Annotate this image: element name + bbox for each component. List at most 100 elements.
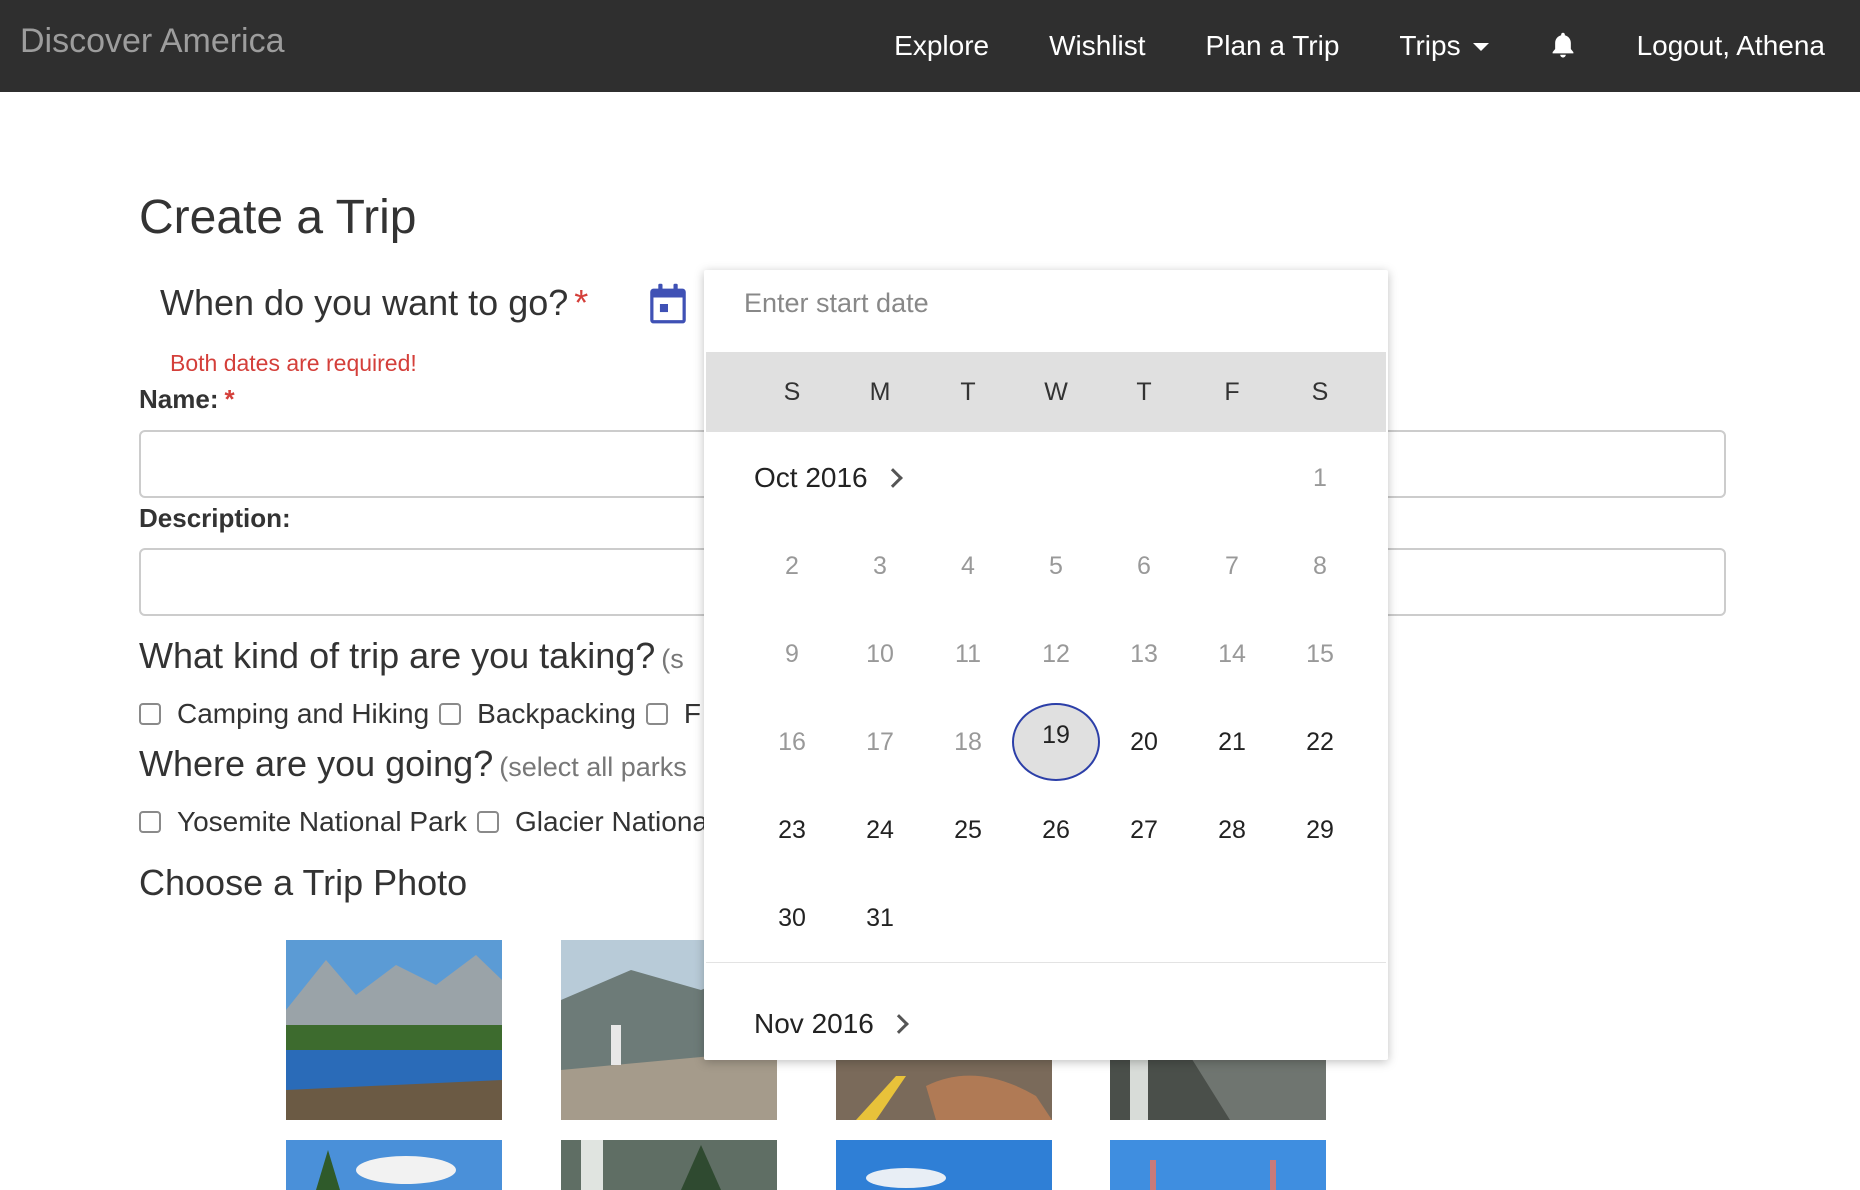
nav-explore[interactable]: Explore xyxy=(894,30,989,62)
trip-photo-option[interactable] xyxy=(836,1140,1052,1190)
nav-logout[interactable]: Logout, Athena xyxy=(1637,30,1825,62)
weekday-label: W xyxy=(1044,378,1068,406)
calendar-week-row: 2 3 4 5 6 7 8 xyxy=(706,536,1386,596)
photo-falls-forest-image xyxy=(561,1140,777,1190)
when-label: When do you want to go? * xyxy=(160,282,588,324)
chevron-right-icon xyxy=(888,1014,909,1034)
nav-trips-label: Trips xyxy=(1399,30,1461,61)
trip-kind-hint: (s xyxy=(661,644,684,674)
photo-celebration-image xyxy=(1110,1140,1326,1190)
calendar-day: 10 xyxy=(866,640,894,668)
month-heading[interactable]: Nov 2016 xyxy=(754,1008,909,1040)
calendar-day: 18 xyxy=(954,728,982,756)
today-marker: 19 xyxy=(1012,703,1100,781)
calendar-day[interactable]: 20 xyxy=(1100,712,1188,772)
checkbox[interactable] xyxy=(439,703,462,725)
calendar-day: 8 xyxy=(1313,552,1327,580)
checkbox[interactable] xyxy=(139,703,161,725)
park-option[interactable]: Yosemite National Park xyxy=(139,806,467,838)
nav-plan-a-trip[interactable]: Plan a Trip xyxy=(1206,30,1340,62)
notifications-button[interactable] xyxy=(1549,31,1577,61)
park-option[interactable]: Glacier Nationa xyxy=(477,806,708,838)
calendar-day: 16 xyxy=(778,728,806,756)
calendar-day[interactable]: 23 xyxy=(748,800,836,860)
calendar-day: 7 xyxy=(1225,552,1239,580)
trip-kind-heading-text: What kind of trip are you taking? xyxy=(139,635,656,676)
checkbox[interactable] xyxy=(477,811,500,833)
calendar-day: 9 xyxy=(785,640,799,668)
calendar-day: 11 xyxy=(955,640,981,668)
date-picker-popup: Enter start date S M T W T F S Oct 2016 … xyxy=(704,270,1388,1060)
photo-yosemite-valley-image xyxy=(286,940,502,1120)
trip-photo-option[interactable] xyxy=(1110,1056,1326,1120)
weekday-pad xyxy=(706,352,748,432)
top-navbar: Discover America Explore Wishlist Plan a… xyxy=(0,0,1860,92)
trip-photo-option[interactable] xyxy=(1110,1140,1326,1190)
checkbox[interactable] xyxy=(139,811,161,833)
trip-kind-option[interactable]: F xyxy=(645,698,702,730)
calendar-week-row: 30 31 xyxy=(706,888,1386,948)
trip-photo-option[interactable] xyxy=(286,1140,502,1190)
calendar-day: 13 xyxy=(1130,640,1158,668)
description-label: Description: xyxy=(139,503,291,533)
photo-heading: Choose a Trip Photo xyxy=(139,862,468,903)
calendar-day[interactable]: 27 xyxy=(1100,800,1188,860)
calendar-day[interactable]: 31 xyxy=(836,888,924,948)
trip-kind-label: Backpacking xyxy=(477,698,636,729)
calendar-day[interactable]: 28 xyxy=(1188,800,1276,860)
nav-menu: Explore Wishlist Plan a Trip Trips Logou… xyxy=(894,0,1825,92)
where-hint: (select all parks xyxy=(499,752,687,782)
calendar-icon[interactable] xyxy=(648,283,688,325)
photo-waterfall-cliff-image xyxy=(1110,1056,1326,1120)
trip-kind-label: F xyxy=(683,698,702,729)
calendar-day[interactable]: 30 xyxy=(748,888,836,948)
brand-link[interactable]: Discover America xyxy=(20,22,285,61)
caret-down-icon xyxy=(1472,43,1489,51)
weekday-label: T xyxy=(1136,378,1152,406)
trip-photo-option[interactable] xyxy=(561,1140,777,1190)
calendar-day[interactable]: 25 xyxy=(924,800,1012,860)
weekday-label: F xyxy=(1224,378,1240,406)
required-mark: * xyxy=(224,384,235,414)
trip-kind-label: Camping and Hiking xyxy=(177,698,430,729)
calendar-day: 3 xyxy=(873,552,887,580)
start-date-input[interactable]: Enter start date xyxy=(744,288,929,319)
weekday-header: S M T W T F S xyxy=(706,352,1386,432)
park-label: Yosemite National Park xyxy=(177,806,468,837)
photo-sky-trees-image xyxy=(286,1140,502,1190)
calendar-day[interactable]: 22 xyxy=(1276,712,1364,772)
nav-trips-dropdown[interactable]: Trips xyxy=(1399,30,1489,62)
trip-kind-option[interactable]: Backpacking xyxy=(439,698,636,730)
month-divider xyxy=(706,962,1386,963)
park-options: Yosemite National Park Glacier Nationa xyxy=(139,806,718,838)
bell-icon xyxy=(1552,32,1573,58)
calendar-day[interactable]: 21 xyxy=(1188,712,1276,772)
calendar-day: 14 xyxy=(1218,640,1246,668)
nav-wishlist[interactable]: Wishlist xyxy=(1049,30,1145,62)
calendar-day[interactable]: 24 xyxy=(836,800,924,860)
name-label: Name: * xyxy=(139,384,235,415)
trip-photo-option[interactable] xyxy=(286,940,502,1120)
weekday-label: M xyxy=(869,378,891,406)
calendar-week-row: 23 24 25 26 27 28 29 xyxy=(706,800,1386,860)
trip-photo-option[interactable] xyxy=(836,1056,1052,1120)
name-label-text: Name: xyxy=(139,384,219,414)
calendar-day-today[interactable]: 19 xyxy=(1012,703,1100,781)
checkbox[interactable] xyxy=(645,703,668,725)
trip-kind-option[interactable]: Camping and Hiking xyxy=(139,698,429,730)
required-mark: * xyxy=(574,282,589,323)
trip-kind-heading: What kind of trip are you taking? (s xyxy=(139,635,684,677)
calendar-day: 12 xyxy=(1042,640,1070,668)
park-label: Glacier Nationa xyxy=(515,806,708,837)
date-error-message: Both dates are required! xyxy=(170,350,417,376)
calendar-day: 17 xyxy=(866,728,894,756)
calendar-day[interactable]: 26 xyxy=(1012,800,1100,860)
calendar-day[interactable]: 29 xyxy=(1276,800,1364,860)
weekday-label: S xyxy=(783,378,801,406)
photo-blue-sky-image xyxy=(836,1140,1052,1190)
month-title: Nov 2016 xyxy=(754,1008,874,1039)
when-label-text: When do you want to go? xyxy=(160,282,569,323)
calendar-day: 4 xyxy=(961,552,975,580)
calendar-day: 5 xyxy=(1049,552,1063,580)
calendar-day: 1 xyxy=(1313,464,1327,492)
